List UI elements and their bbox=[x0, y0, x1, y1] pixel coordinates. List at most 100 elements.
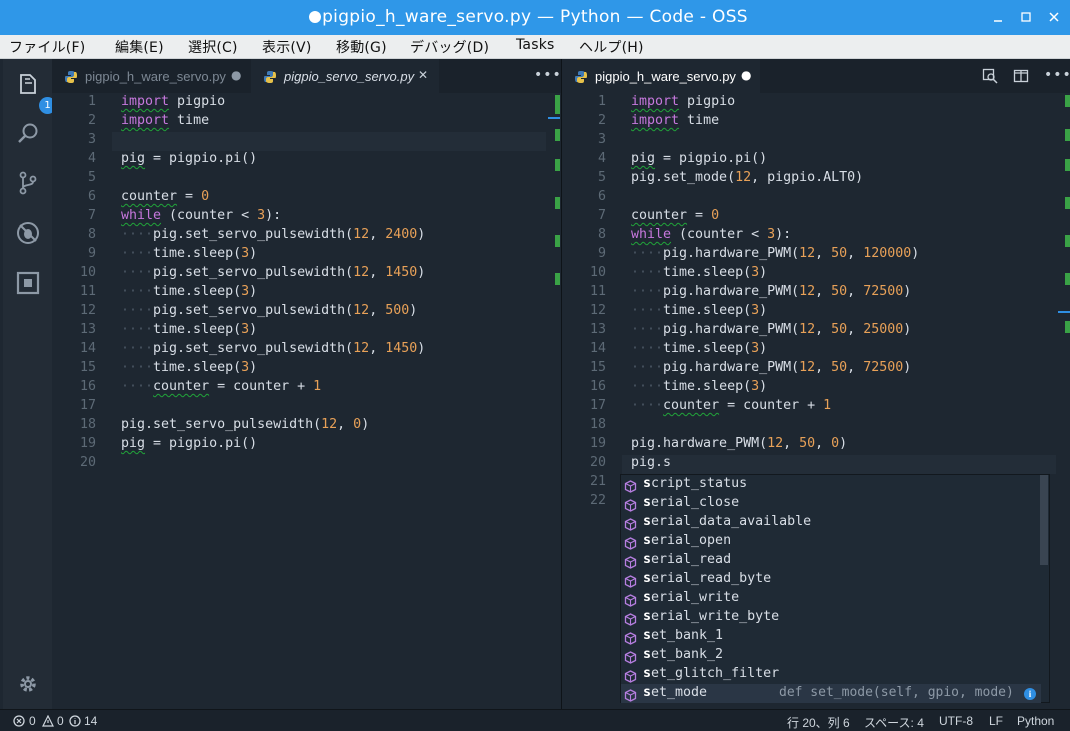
code-line[interactable]: ····pig.set_servo_pulsewidth(12, 2400) bbox=[121, 227, 425, 242]
menu-view[interactable]: 表示(V) bbox=[262, 37, 312, 57]
warning-count[interactable]: 0 bbox=[57, 714, 64, 728]
tab-pigpio-h-ware-servo-right[interactable]: pigpio_h_ware_servo.py ● bbox=[562, 59, 760, 93]
code-line[interactable]: pig.hardware_PWM(12, 50, 0) bbox=[631, 436, 847, 451]
code-line[interactable]: pig = pigpio.pi() bbox=[121, 436, 257, 451]
code-line[interactable]: counter = 0 bbox=[631, 208, 719, 223]
suggestion-label: serial_write bbox=[643, 590, 740, 605]
tab-pigpio-servo-servo[interactable]: pigpio_servo_servo.py ✕ bbox=[251, 59, 439, 93]
menu-go[interactable]: 移動(G) bbox=[336, 37, 387, 57]
menu-file[interactable]: ファイル(F) bbox=[9, 37, 85, 57]
code-line[interactable]: ····time.sleep(3) bbox=[631, 265, 767, 280]
close-window-icon[interactable] bbox=[1046, 9, 1062, 25]
menu-bar: ファイル(F) 編集(E) 選択(C) 表示(V) 移動(G) デバッグ(D) … bbox=[0, 35, 1070, 59]
code-line[interactable]: ····time.sleep(3) bbox=[631, 379, 767, 394]
line-number: 13 bbox=[79, 322, 96, 337]
code-line[interactable]: ····time.sleep(3) bbox=[121, 284, 257, 299]
close-tab-icon[interactable]: ✕ bbox=[418, 68, 428, 82]
code-line[interactable]: pig = pigpio.pi() bbox=[631, 151, 767, 166]
gear-icon[interactable] bbox=[15, 671, 41, 697]
line-number: 22 bbox=[589, 493, 606, 508]
indentation[interactable]: スペース: 4 bbox=[864, 714, 924, 731]
code-line[interactable]: pig.s bbox=[631, 455, 671, 470]
code-line[interactable]: pig.set_mode(12, pigpio.ALT0) bbox=[631, 170, 863, 185]
gutter-added bbox=[1065, 95, 1070, 107]
error-icon[interactable] bbox=[13, 715, 25, 730]
open-preview-icon[interactable] bbox=[982, 68, 998, 88]
code-line[interactable]: ····pig.set_servo_pulsewidth(12, 1450) bbox=[121, 265, 425, 280]
overview-ruler-mark bbox=[1058, 311, 1070, 313]
info-count[interactable]: 14 bbox=[84, 714, 97, 728]
cursor-position[interactable]: 行 20、列 6 bbox=[787, 714, 850, 731]
code-line[interactable]: ····pig.hardware_PWM(12, 50, 120000) bbox=[631, 246, 919, 261]
code-line[interactable]: ····pig.set_servo_pulsewidth(12, 500) bbox=[121, 303, 417, 318]
error-count[interactable]: 0 bbox=[29, 714, 36, 728]
minimize-icon[interactable] bbox=[990, 9, 1006, 25]
left-editor[interactable]: 1 2 3 4 5 6 7 8 9 10 11 12 13 14 15 16 17 18 19 20 import p… bbox=[52, 93, 561, 709]
unsaved-dot-icon[interactable]: ● bbox=[231, 68, 241, 82]
suggestion-item[interactable]: set_bank_1 bbox=[621, 627, 1041, 646]
split-editor-icon[interactable] bbox=[1013, 68, 1029, 88]
suggestion-label: set_mode bbox=[643, 685, 708, 700]
suggest-scrollbar[interactable] bbox=[1040, 475, 1048, 565]
info-icon[interactable]: i bbox=[1024, 688, 1036, 700]
code-line[interactable]: ····pig.hardware_PWM(12, 50, 25000) bbox=[631, 322, 911, 337]
code-line[interactable]: ····time.sleep(3) bbox=[631, 303, 767, 318]
code-line[interactable]: ····counter = counter + 1 bbox=[121, 379, 321, 394]
encoding[interactable]: UTF-8 bbox=[939, 714, 973, 728]
suggestion-item[interactable]: serial_close bbox=[621, 494, 1041, 513]
source-control-icon[interactable] bbox=[15, 170, 41, 196]
code-line[interactable]: import time bbox=[121, 113, 209, 128]
suggestion-item[interactable]: serial_data_available bbox=[621, 513, 1041, 532]
language-mode[interactable]: Python bbox=[1017, 714, 1054, 728]
code-line[interactable]: counter = 0 bbox=[121, 189, 209, 204]
suggestion-label: serial_read bbox=[643, 552, 732, 567]
tab-pigpio-h-ware-servo-left[interactable]: pigpio_h_ware_servo.py ● bbox=[52, 59, 250, 93]
code-line[interactable]: import time bbox=[631, 113, 719, 128]
suggestion-item[interactable]: serial_read bbox=[621, 551, 1041, 570]
code-line[interactable]: while (counter < 3): bbox=[121, 208, 281, 223]
suggestion-item[interactable]: set_bank_2 bbox=[621, 646, 1041, 665]
code-line[interactable]: import pigpio bbox=[121, 94, 225, 109]
warning-icon[interactable] bbox=[42, 714, 54, 730]
menu-selection[interactable]: 選択(C) bbox=[188, 37, 238, 57]
extensions-icon[interactable] bbox=[15, 270, 41, 296]
line-number: 2 bbox=[87, 113, 96, 128]
menu-edit[interactable]: 編集(E) bbox=[115, 37, 164, 57]
line-number: 9 bbox=[87, 246, 96, 261]
debug-icon[interactable] bbox=[15, 220, 41, 246]
code-line[interactable]: ····counter = counter + 1 bbox=[631, 398, 831, 413]
more-actions-icon[interactable]: ••• bbox=[534, 67, 562, 83]
code-line[interactable]: ····pig.hardware_PWM(12, 50, 72500) bbox=[631, 284, 911, 299]
line-number: 11 bbox=[589, 284, 606, 299]
suggestion-item[interactable]: set_glitch_filter bbox=[621, 665, 1041, 684]
code-line[interactable]: import pigpio bbox=[631, 94, 735, 109]
suggestion-item[interactable]: script_status bbox=[621, 475, 1041, 494]
more-actions-icon[interactable]: ••• bbox=[1044, 67, 1070, 83]
code-line[interactable]: while (counter < 3): bbox=[631, 227, 791, 242]
unsaved-dot-icon[interactable]: ● bbox=[741, 68, 751, 82]
code-line[interactable]: ····pig.hardware_PWM(12, 50, 72500) bbox=[631, 360, 911, 375]
menu-help[interactable]: ヘルプ(H) bbox=[579, 37, 644, 57]
line-number: 16 bbox=[589, 379, 606, 394]
explorer-icon[interactable]: 1 bbox=[15, 71, 56, 114]
line-number: 1 bbox=[87, 94, 96, 109]
suggestion-item[interactable]: serial_write_byte bbox=[621, 608, 1041, 627]
code-line[interactable]: ····time.sleep(3) bbox=[121, 360, 257, 375]
code-line[interactable]: ····time.sleep(3) bbox=[631, 341, 767, 356]
suggestion-item[interactable]: serial_open bbox=[621, 532, 1041, 551]
code-line[interactable]: pig = pigpio.pi() bbox=[121, 151, 257, 166]
status-bar: 0 0 14 行 20、列 6 スペース: 4 UTF-8 LF Python bbox=[0, 709, 1070, 731]
info-icon[interactable] bbox=[69, 715, 81, 730]
code-line[interactable]: pig.set_servo_pulsewidth(12, 0) bbox=[121, 417, 369, 432]
maximize-icon[interactable] bbox=[1018, 9, 1034, 25]
search-icon[interactable] bbox=[15, 121, 41, 147]
menu-tasks[interactable]: Tasks bbox=[516, 37, 555, 53]
code-line[interactable]: ····pig.set_servo_pulsewidth(12, 1450) bbox=[121, 341, 425, 356]
code-line[interactable]: ····time.sleep(3) bbox=[121, 246, 257, 261]
gutter-added bbox=[1065, 273, 1070, 285]
end-of-line[interactable]: LF bbox=[989, 714, 1003, 728]
menu-debug[interactable]: デバッグ(D) bbox=[410, 37, 489, 57]
suggestion-item[interactable]: serial_write bbox=[621, 589, 1041, 608]
suggestion-item[interactable]: serial_read_byte bbox=[621, 570, 1041, 589]
code-line[interactable]: ····time.sleep(3) bbox=[121, 322, 257, 337]
